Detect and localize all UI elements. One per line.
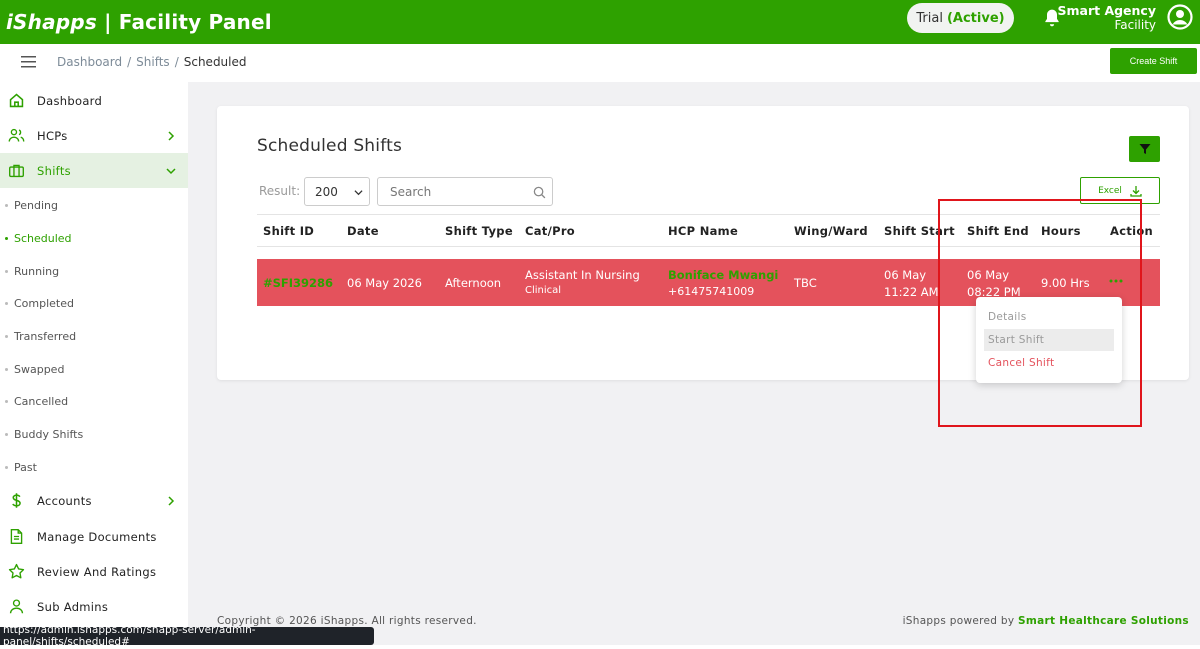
- column-header: HCP Name: [668, 224, 739, 238]
- user-icon: [9, 599, 24, 614]
- document-icon: [10, 529, 23, 544]
- sidebar-subitem-swapped[interactable]: Swapped: [0, 359, 188, 379]
- sidebar-item-dashboard[interactable]: Dashboard: [0, 83, 188, 118]
- sidebar-subitem-completed[interactable]: Completed: [0, 293, 188, 313]
- sidebar-subitem-buddy-shifts[interactable]: Buddy Shifts: [0, 424, 188, 444]
- column-header: Cat/Pro: [525, 224, 575, 238]
- briefcase-icon: [9, 164, 24, 178]
- shift-date: 06 May 2026: [347, 276, 422, 290]
- result-label: Result:: [259, 184, 301, 198]
- bullet: [5, 301, 8, 305]
- breadcrumb: Dashboard / Shifts / Scheduled: [57, 55, 247, 69]
- bullet: [5, 236, 8, 240]
- sidebar-subitem-transferred[interactable]: Transferred: [0, 326, 188, 346]
- breadcrumb-dashboard[interactable]: Dashboard: [57, 55, 122, 69]
- column-header: Shift ID: [263, 224, 315, 238]
- chevron-right-icon: [168, 495, 175, 506]
- home-icon: [9, 93, 24, 108]
- bullet: [5, 432, 8, 436]
- breadcrumb-shifts[interactable]: Shifts: [136, 55, 170, 69]
- top-bar: iShapps | Facility Panel Trial (Active) S…: [0, 0, 1200, 44]
- download-icon: [1130, 185, 1142, 197]
- sidebar-item-review-and-ratings[interactable]: Review And Ratings: [0, 554, 188, 589]
- shift-start-time: 11:22 AM: [884, 285, 939, 299]
- column-header: Shift Type: [445, 224, 513, 238]
- sidebar-item-hcps[interactable]: HCPs: [0, 118, 188, 153]
- page-title: Scheduled Shifts: [257, 136, 403, 156]
- annotation-highlight-box: [938, 199, 1142, 427]
- create-shift-button[interactable]: Create Shift: [1110, 48, 1197, 74]
- sidebar-item-sub-admins[interactable]: Sub Admins: [0, 589, 188, 624]
- hcp-name-link[interactable]: Boniface Mwangi: [668, 268, 778, 282]
- filter-icon: [1139, 144, 1150, 154]
- shift-start-date: 06 May: [884, 268, 927, 282]
- chevron-right-icon: [168, 130, 175, 141]
- bullet: [5, 465, 8, 469]
- powered-by-link[interactable]: Smart Healthcare Solutions: [1018, 615, 1189, 627]
- brand-title: iShapps | Facility Panel: [6, 10, 272, 34]
- bullet: [5, 334, 8, 338]
- user-avatar-icon[interactable]: [1167, 4, 1193, 30]
- shift-id-link[interactable]: #SFI39286: [263, 276, 333, 290]
- column-header: Wing/Ward: [794, 224, 868, 238]
- breadcrumb-current: Scheduled: [183, 55, 247, 69]
- user-info[interactable]: Smart Agency Facility: [1057, 4, 1156, 33]
- result-count-select[interactable]: 200: [304, 177, 370, 206]
- column-header: Date: [347, 224, 379, 238]
- sidebar-item-manage-documents[interactable]: Manage Documents: [0, 519, 188, 554]
- dollar-icon: [12, 493, 21, 508]
- footer-powered-by: iShapps powered by Smart Healthcare Solu…: [902, 615, 1189, 627]
- category: Assistant In Nursing: [525, 268, 640, 282]
- filter-button[interactable]: [1129, 136, 1160, 162]
- chevron-down-icon: [166, 167, 176, 174]
- bullet: [5, 203, 8, 207]
- search-icon: [533, 186, 546, 199]
- chevron-down-icon: [354, 190, 363, 196]
- profession: Clinical: [525, 285, 562, 296]
- sidebar-subitem-scheduled[interactable]: Scheduled: [0, 228, 188, 248]
- browser-status-url: https://admin.ishapps.com/shapp-server/a…: [0, 624, 374, 648]
- bullet: [5, 399, 8, 403]
- breadcrumb-bar: Dashboard / Shifts / Scheduled Create Shift: [0, 44, 1200, 82]
- sidebar-subitem-pending[interactable]: Pending: [0, 195, 188, 215]
- bottom-edge: [0, 645, 1200, 649]
- bullet: [5, 269, 8, 273]
- menu-icon[interactable]: [21, 56, 36, 68]
- sidebar-item-shifts[interactable]: Shifts: [0, 153, 188, 188]
- sidebar-subitem-running[interactable]: Running: [0, 261, 188, 281]
- trial-badge[interactable]: Trial (Active): [907, 3, 1014, 33]
- star-icon: [8, 563, 25, 579]
- users-icon: [8, 128, 25, 142]
- search-input[interactable]: Search: [377, 177, 553, 206]
- sidebar-item-accounts[interactable]: Accounts: [0, 483, 188, 518]
- hcp-phone: +61475741009: [668, 285, 755, 298]
- sidebar: Dashboard HCPs Shifts Pending Scheduled …: [0, 82, 188, 649]
- bullet: [5, 367, 8, 371]
- wing-ward: TBC: [794, 276, 817, 290]
- sidebar-subitem-past[interactable]: Past: [0, 457, 188, 477]
- sidebar-subitem-cancelled[interactable]: Cancelled: [0, 391, 188, 411]
- shift-type: Afternoon: [445, 276, 502, 290]
